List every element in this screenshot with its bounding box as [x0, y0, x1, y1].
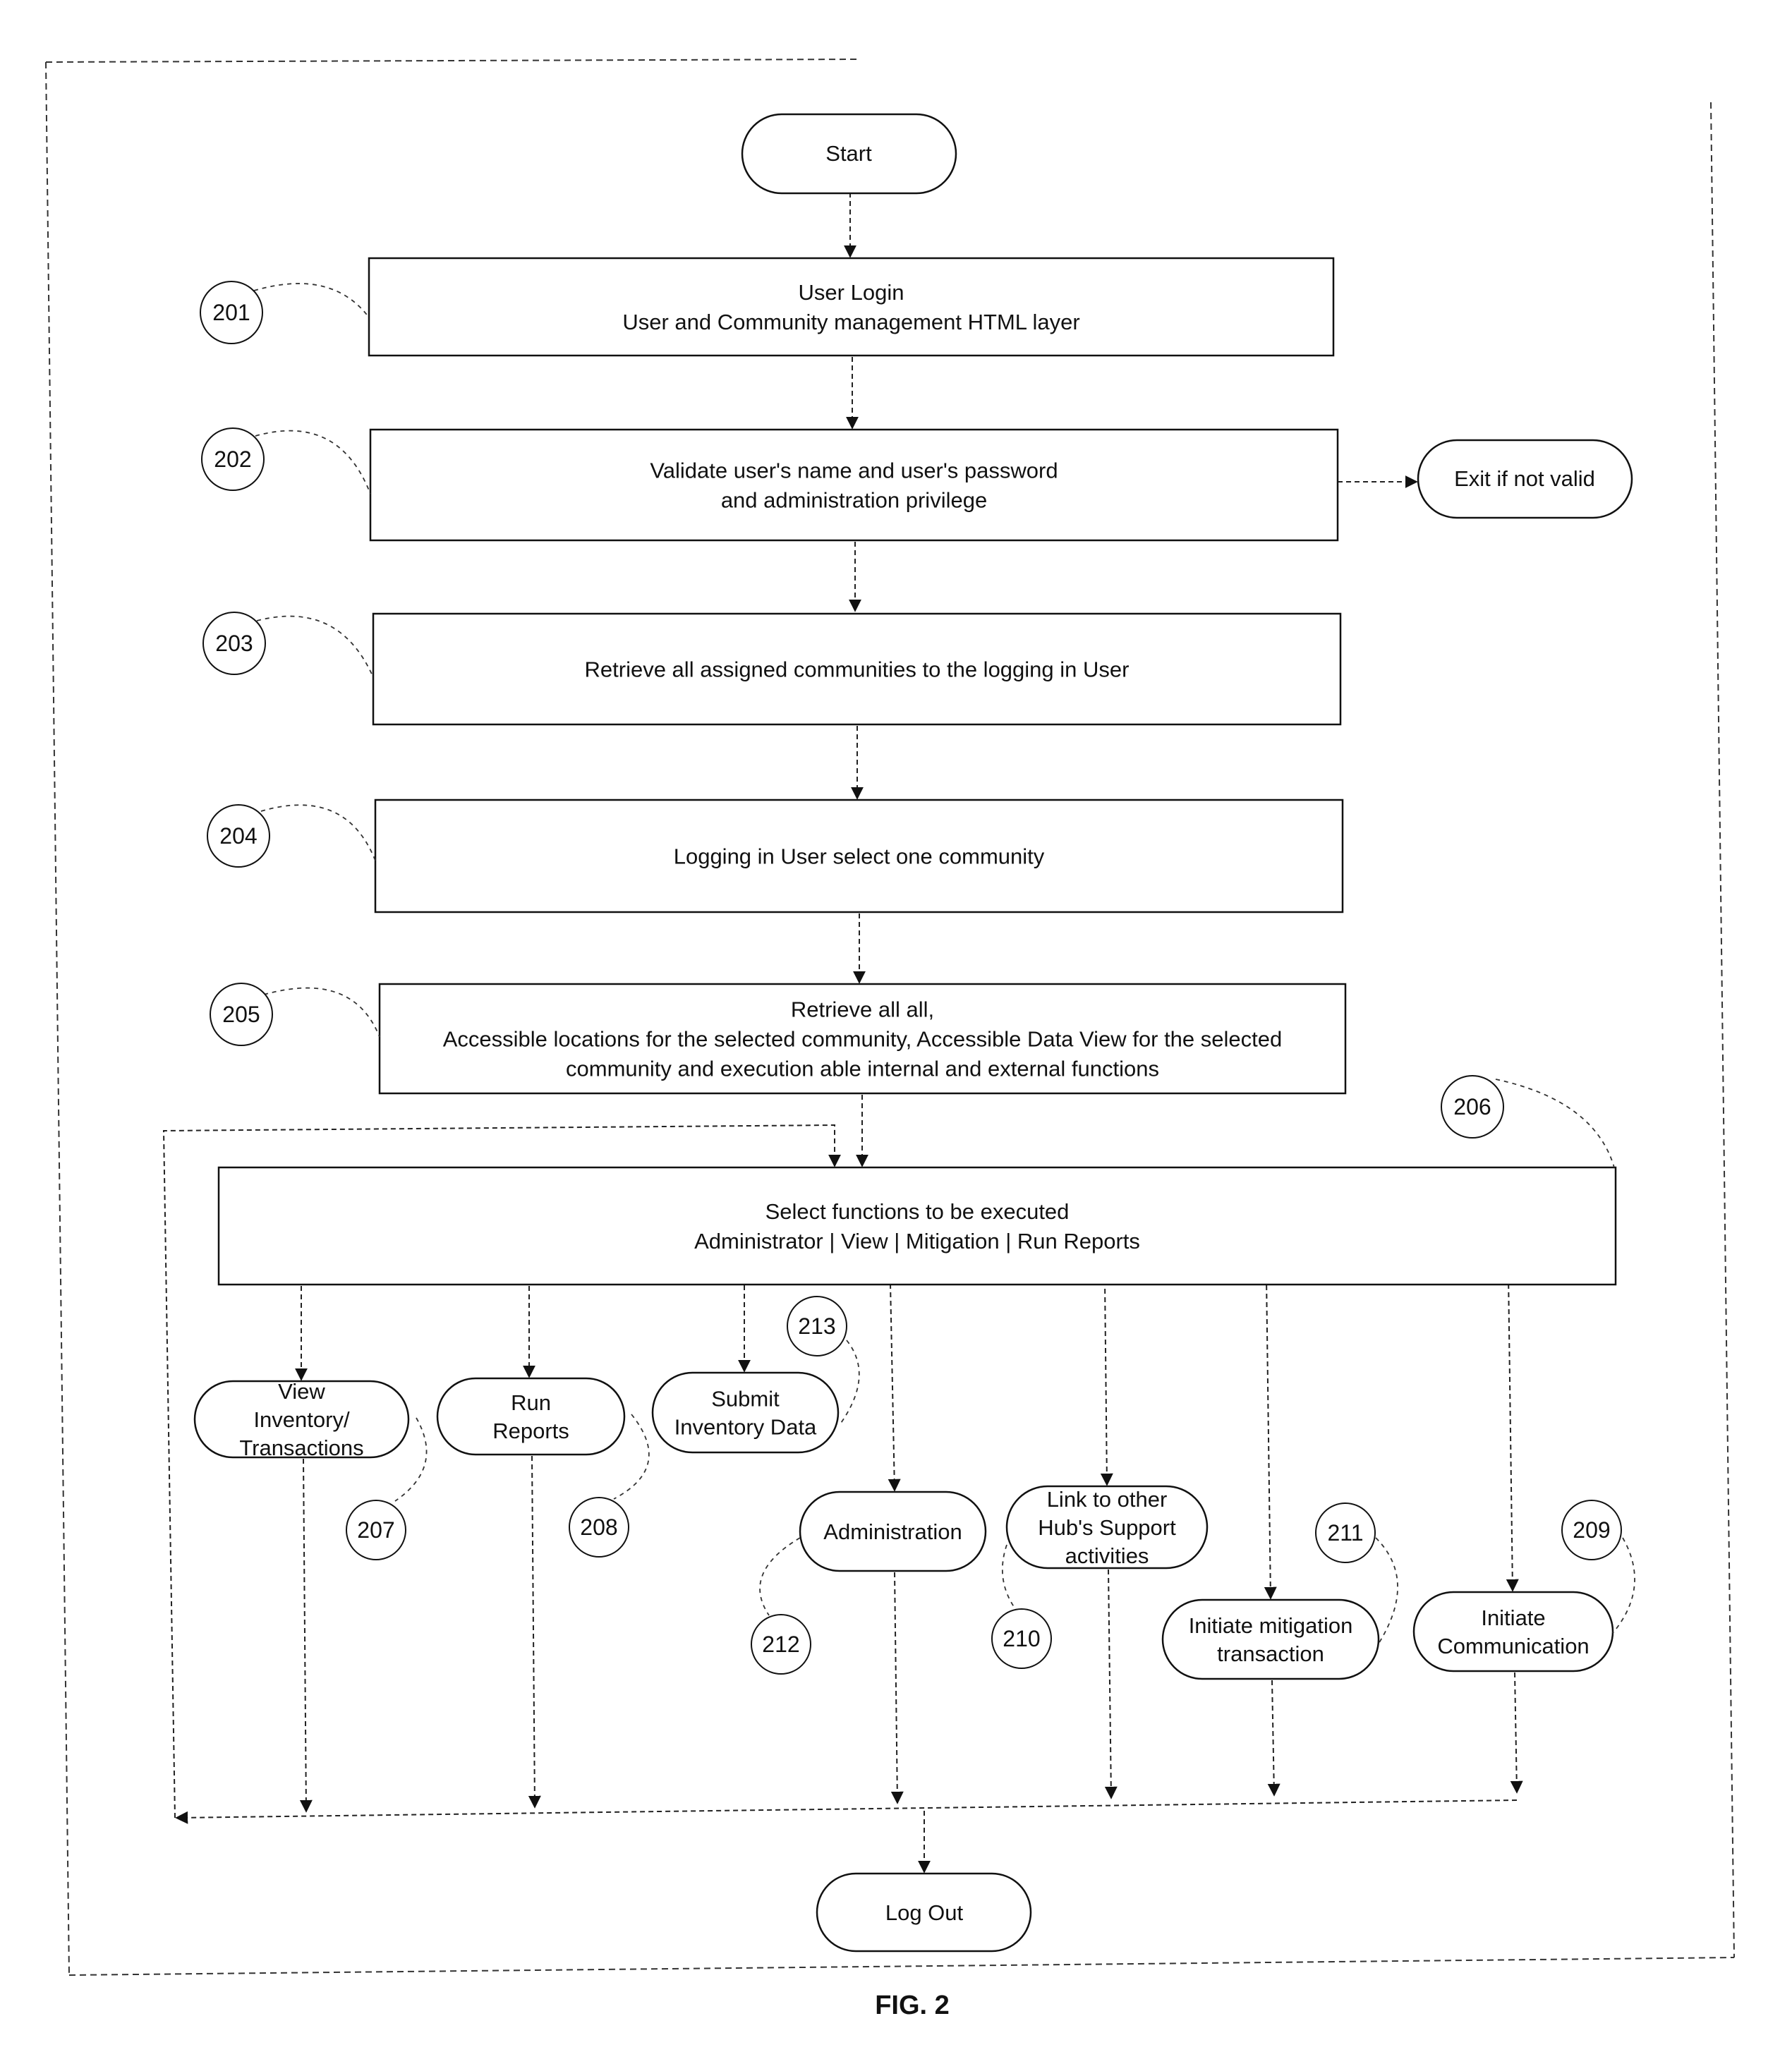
- svg-text:213: 213: [798, 1313, 835, 1339]
- function-213-line: Submit: [711, 1387, 780, 1412]
- svg-text:202: 202: [214, 447, 251, 472]
- step-203-line: Retrieve all assigned communities to the…: [585, 657, 1130, 682]
- function-211: Initiate mitigation transaction: [1161, 1598, 1380, 1680]
- step-205: Retrieve all all, Accessible locations fo…: [378, 983, 1347, 1095]
- step-204-line: Logging in User select one community: [674, 844, 1045, 869]
- start-terminal: Start: [741, 113, 957, 195]
- function-211-line: transaction: [1217, 1641, 1324, 1666]
- step-201-line: User and Community management HTML layer: [622, 310, 1079, 334]
- step-202: Validate user's name and user's password…: [369, 428, 1339, 542]
- ref-label-212: 212: [751, 1537, 811, 1675]
- flowchart: Start Exit if not valid Log Out User Log…: [45, 59, 1735, 2020]
- function-207-line: View: [278, 1379, 325, 1404]
- svg-text:201: 201: [212, 300, 250, 325]
- ref-label-202: 202: [201, 427, 371, 494]
- ref-label-206: 206: [1441, 1075, 1615, 1168]
- svg-text:208: 208: [580, 1514, 617, 1540]
- step-201-line: User Login: [799, 280, 904, 305]
- logout-label: Log Out: [885, 1900, 964, 1925]
- function-209-line: Initiate: [1481, 1605, 1545, 1630]
- step-206-line: Administrator | View | Mitigation | Run …: [694, 1229, 1140, 1253]
- figure-caption: FIG. 2: [875, 1991, 950, 2020]
- function-208-line: Reports: [492, 1419, 569, 1443]
- step-202-line: Validate user's name and user's password: [650, 459, 1058, 483]
- step-205-line: Accessible locations for the selected co…: [443, 1027, 1283, 1052]
- function-208-line: Run: [511, 1390, 551, 1415]
- step-204: Logging in User select one community: [374, 799, 1344, 913]
- svg-text:207: 207: [357, 1517, 394, 1543]
- exit-terminal: Exit if not valid: [1417, 439, 1633, 519]
- svg-text:211: 211: [1327, 1520, 1363, 1546]
- logout-terminal: Log Out: [816, 1872, 1032, 1953]
- function-212: Administration: [799, 1491, 987, 1572]
- function-207-line: Inventory/: [253, 1407, 350, 1432]
- ref-label-203: 203: [202, 612, 374, 678]
- function-210-line: Link to other: [1047, 1487, 1168, 1512]
- ref-label-201: 201: [200, 281, 370, 344]
- step-205-line: Retrieve all all,: [791, 997, 934, 1022]
- function-209: Initiate Communication: [1412, 1591, 1614, 1673]
- function-213-line: Inventory Data: [674, 1415, 817, 1440]
- process-steps: User Login User and Community management …: [217, 257, 1617, 1286]
- exit-label: Exit if not valid: [1454, 466, 1595, 491]
- svg-text:205: 205: [222, 1002, 260, 1027]
- function-207: View Inventory/Transactions: [193, 1379, 410, 1460]
- svg-text:206: 206: [1453, 1094, 1491, 1119]
- svg-text:212: 212: [762, 1632, 799, 1657]
- svg-text:209: 209: [1573, 1517, 1610, 1543]
- start-label: Start: [825, 141, 872, 166]
- step-202-line: and administration privilege: [721, 488, 987, 513]
- ref-label-204: 204: [207, 804, 376, 868]
- function-213: Submit Inventory Data: [651, 1371, 840, 1454]
- function-211-line: Initiate mitigation: [1189, 1613, 1353, 1638]
- svg-text:210: 210: [1003, 1626, 1040, 1651]
- step-206-line: Select functions to be executed: [765, 1199, 1070, 1224]
- function-210: Link to other Hub's Support activities: [1005, 1485, 1209, 1570]
- step-206: Select functions to be executed Administr…: [217, 1166, 1617, 1286]
- function-208: Run Reports: [436, 1377, 626, 1456]
- function-209-line: Communication: [1437, 1634, 1589, 1658]
- function-nodes: View Inventory/Transactions Run Reports Subm…: [193, 1371, 1614, 1680]
- function-207-line: Transactions: [239, 1435, 363, 1460]
- function-210-line: activities: [1065, 1543, 1149, 1568]
- function-212-line: Administration: [823, 1519, 962, 1544]
- function-210-line: Hub's Support: [1038, 1515, 1176, 1540]
- step-203: Retrieve all assigned communities to the…: [372, 612, 1342, 726]
- ref-label-205: 205: [210, 983, 380, 1046]
- svg-text:204: 204: [219, 823, 257, 849]
- svg-text:203: 203: [215, 631, 253, 656]
- step-201: User Login User and Community management …: [368, 257, 1335, 357]
- step-205-line: community and execution able internal an…: [566, 1057, 1159, 1081]
